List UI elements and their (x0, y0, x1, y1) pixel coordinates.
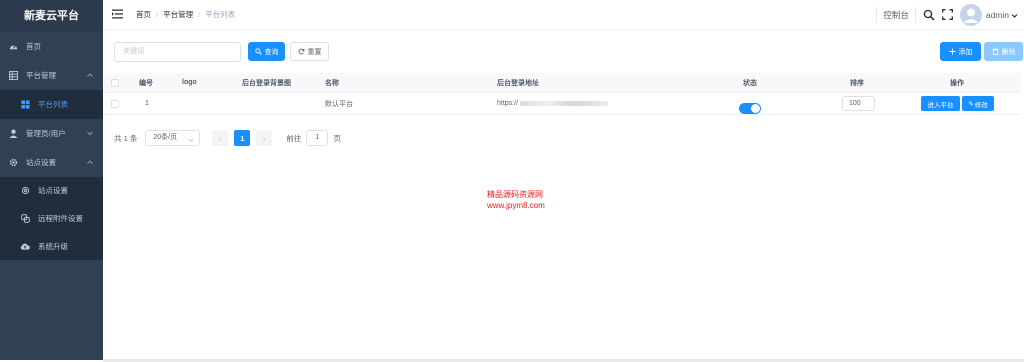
column-header-login-bg: 后台登录背景图 (242, 79, 291, 87)
plus-icon (948, 48, 956, 55)
column-header-actions: 操作 (950, 79, 964, 87)
console-link[interactable]: 控制台 (876, 7, 916, 23)
sidebar-item-label: 平台管理 (26, 71, 56, 80)
sidebar-item-platform-list[interactable]: 平台列表 (0, 90, 103, 119)
edit-icon: ✎ (968, 100, 974, 108)
fullscreen-icon[interactable] (941, 9, 954, 21)
breadcrumb-separator: / (156, 10, 159, 19)
search-icon[interactable] (923, 9, 935, 21)
cell-name: 默认平台 (325, 100, 353, 108)
settings-icon (20, 186, 30, 196)
menu-toggle-icon[interactable] (112, 9, 124, 21)
column-header-sort: 排序 (850, 79, 864, 87)
sidebar-item-site-settings-sub[interactable]: 站点设置 (0, 177, 103, 204)
blurred-url-segment (520, 101, 609, 106)
watermark-line-2: www.jpym8.com (487, 201, 545, 210)
edit-button[interactable]: ✎ 修改 (962, 96, 994, 111)
sidebar-item-system-upgrade[interactable]: 系统升级 (0, 232, 103, 260)
column-header-name: 名称 (325, 79, 339, 87)
breadcrumb: 首页 / 平台管理 / 平台列表 (136, 9, 235, 20)
sidebar-item-label: 远程附件设置 (38, 213, 83, 223)
login-url-text: https:// (497, 100, 519, 107)
query-button[interactable]: 查询 (248, 42, 285, 61)
link-icon (20, 213, 30, 223)
avatar[interactable] (959, 4, 982, 26)
search-icon (254, 48, 262, 55)
grid-icon (8, 71, 18, 81)
pagination-total: 共 1 条 (114, 133, 138, 143)
column-header-logo: logo (182, 79, 197, 86)
cell-login-url: https:// (497, 100, 609, 107)
table-header: 编号 logo 后台登录背景图 名称 后台登录地址 状态 排序 操作 (104, 73, 1021, 93)
breadcrumb-separator: / (198, 10, 201, 19)
cloud-upload-icon (20, 241, 30, 251)
reset-button-label: 重置 (307, 48, 322, 56)
sidebar-item-label: 系统升级 (38, 241, 68, 251)
column-header-status: 状态 (743, 79, 757, 87)
sidebar-item-home[interactable]: 首页 (0, 32, 103, 61)
reset-button[interactable]: 重置 (290, 42, 329, 61)
breadcrumb-current: 平台列表 (205, 10, 236, 19)
top-navbar: 首页 / 平台管理 / 平台列表 控制台 admin (103, 0, 1024, 30)
submenu-platform: 平台列表 (0, 90, 103, 119)
edit-button-label: 修改 (974, 101, 988, 109)
sidebar: 新麦云平台 首页 平台管理 平台列表 管理员/用户 站点设置 站点设置 远程附件… (0, 0, 103, 360)
enter-platform-button[interactable]: 进入平台 (921, 96, 960, 111)
app-logo: 新麦云平台 (0, 0, 103, 32)
navbar-right: 控制台 admin (876, 0, 1018, 30)
page-unit-label: 页 (333, 133, 341, 143)
sidebar-item-label: 站点设置 (26, 158, 56, 167)
chevron-up-icon (86, 71, 94, 79)
keyword-search-input[interactable]: 关键词 (114, 42, 241, 62)
sidebar-item-label: 首页 (26, 42, 41, 51)
sidebar-item-remote-attachment[interactable]: 远程附件设置 (0, 204, 103, 232)
watermark-line-1: 精品源码资源网 (487, 190, 543, 199)
trash-icon (991, 48, 999, 55)
add-button-label: 添加 (958, 48, 973, 56)
breadcrumb-platform-management[interactable]: 平台管理 (163, 9, 193, 20)
sidebar-item-label: 管理员/用户 (26, 129, 66, 138)
delete-button[interactable]: 删除 (984, 42, 1023, 61)
delete-button-label: 删除 (1001, 48, 1016, 56)
goto-label: 前往 (286, 133, 302, 143)
pagination: 共 1 条 20条/页 ‹ 1 › 前往 1 页 (114, 130, 341, 146)
dashboard-icon (8, 42, 18, 52)
add-button[interactable]: 添加 (940, 42, 981, 61)
apps-icon (20, 100, 30, 110)
sidebar-item-platform-management[interactable]: 平台管理 (0, 61, 103, 90)
goto-page-input[interactable]: 1 (306, 130, 329, 146)
next-page-button[interactable]: › (256, 130, 273, 146)
username[interactable]: admin (986, 10, 1009, 20)
caret-down-icon[interactable] (1011, 12, 1018, 19)
user-icon (8, 129, 18, 139)
page-size-select[interactable]: 20条/页 (145, 130, 201, 146)
prev-page-button[interactable]: ‹ (212, 130, 229, 146)
row-checkbox[interactable] (111, 100, 119, 108)
chevron-up-icon (86, 158, 94, 166)
breadcrumb-home[interactable]: 首页 (136, 9, 151, 20)
sidebar-item-admin-users[interactable]: 管理员/用户 (0, 119, 103, 148)
watermark-text: 精品源码资源网 www.jpym8.com (487, 189, 545, 211)
query-button-label: 查询 (264, 48, 279, 56)
select-all-checkbox[interactable] (111, 79, 119, 87)
gear-icon (8, 158, 18, 168)
status-switch[interactable] (739, 103, 761, 114)
sort-input[interactable]: 100 (842, 96, 875, 111)
page-number-current[interactable]: 1 (234, 130, 251, 146)
chevron-down-icon (188, 135, 194, 142)
page-size-value: 20条/页 (153, 134, 178, 141)
chevron-down-icon (86, 129, 94, 137)
table-row: 1 默认平台 https:// 100 进入平台 ✎ 修改 (104, 93, 1021, 115)
column-header-id: 编号 (139, 79, 153, 87)
column-header-login-url: 后台登录地址 (497, 79, 539, 87)
refresh-icon (298, 48, 305, 55)
platform-table: 编号 logo 后台登录背景图 名称 后台登录地址 状态 排序 操作 1 默认平… (104, 73, 1021, 115)
submenu-site: 站点设置 远程附件设置 系统升级 (0, 177, 103, 260)
sidebar-item-label: 站点设置 (38, 186, 68, 195)
cell-id: 1 (145, 100, 149, 107)
sidebar-item-label: 平台列表 (38, 100, 68, 109)
sidebar-item-site-settings[interactable]: 站点设置 (0, 148, 103, 177)
toolbar: 关键词 查询 重置 添加 删除 (114, 42, 1023, 62)
